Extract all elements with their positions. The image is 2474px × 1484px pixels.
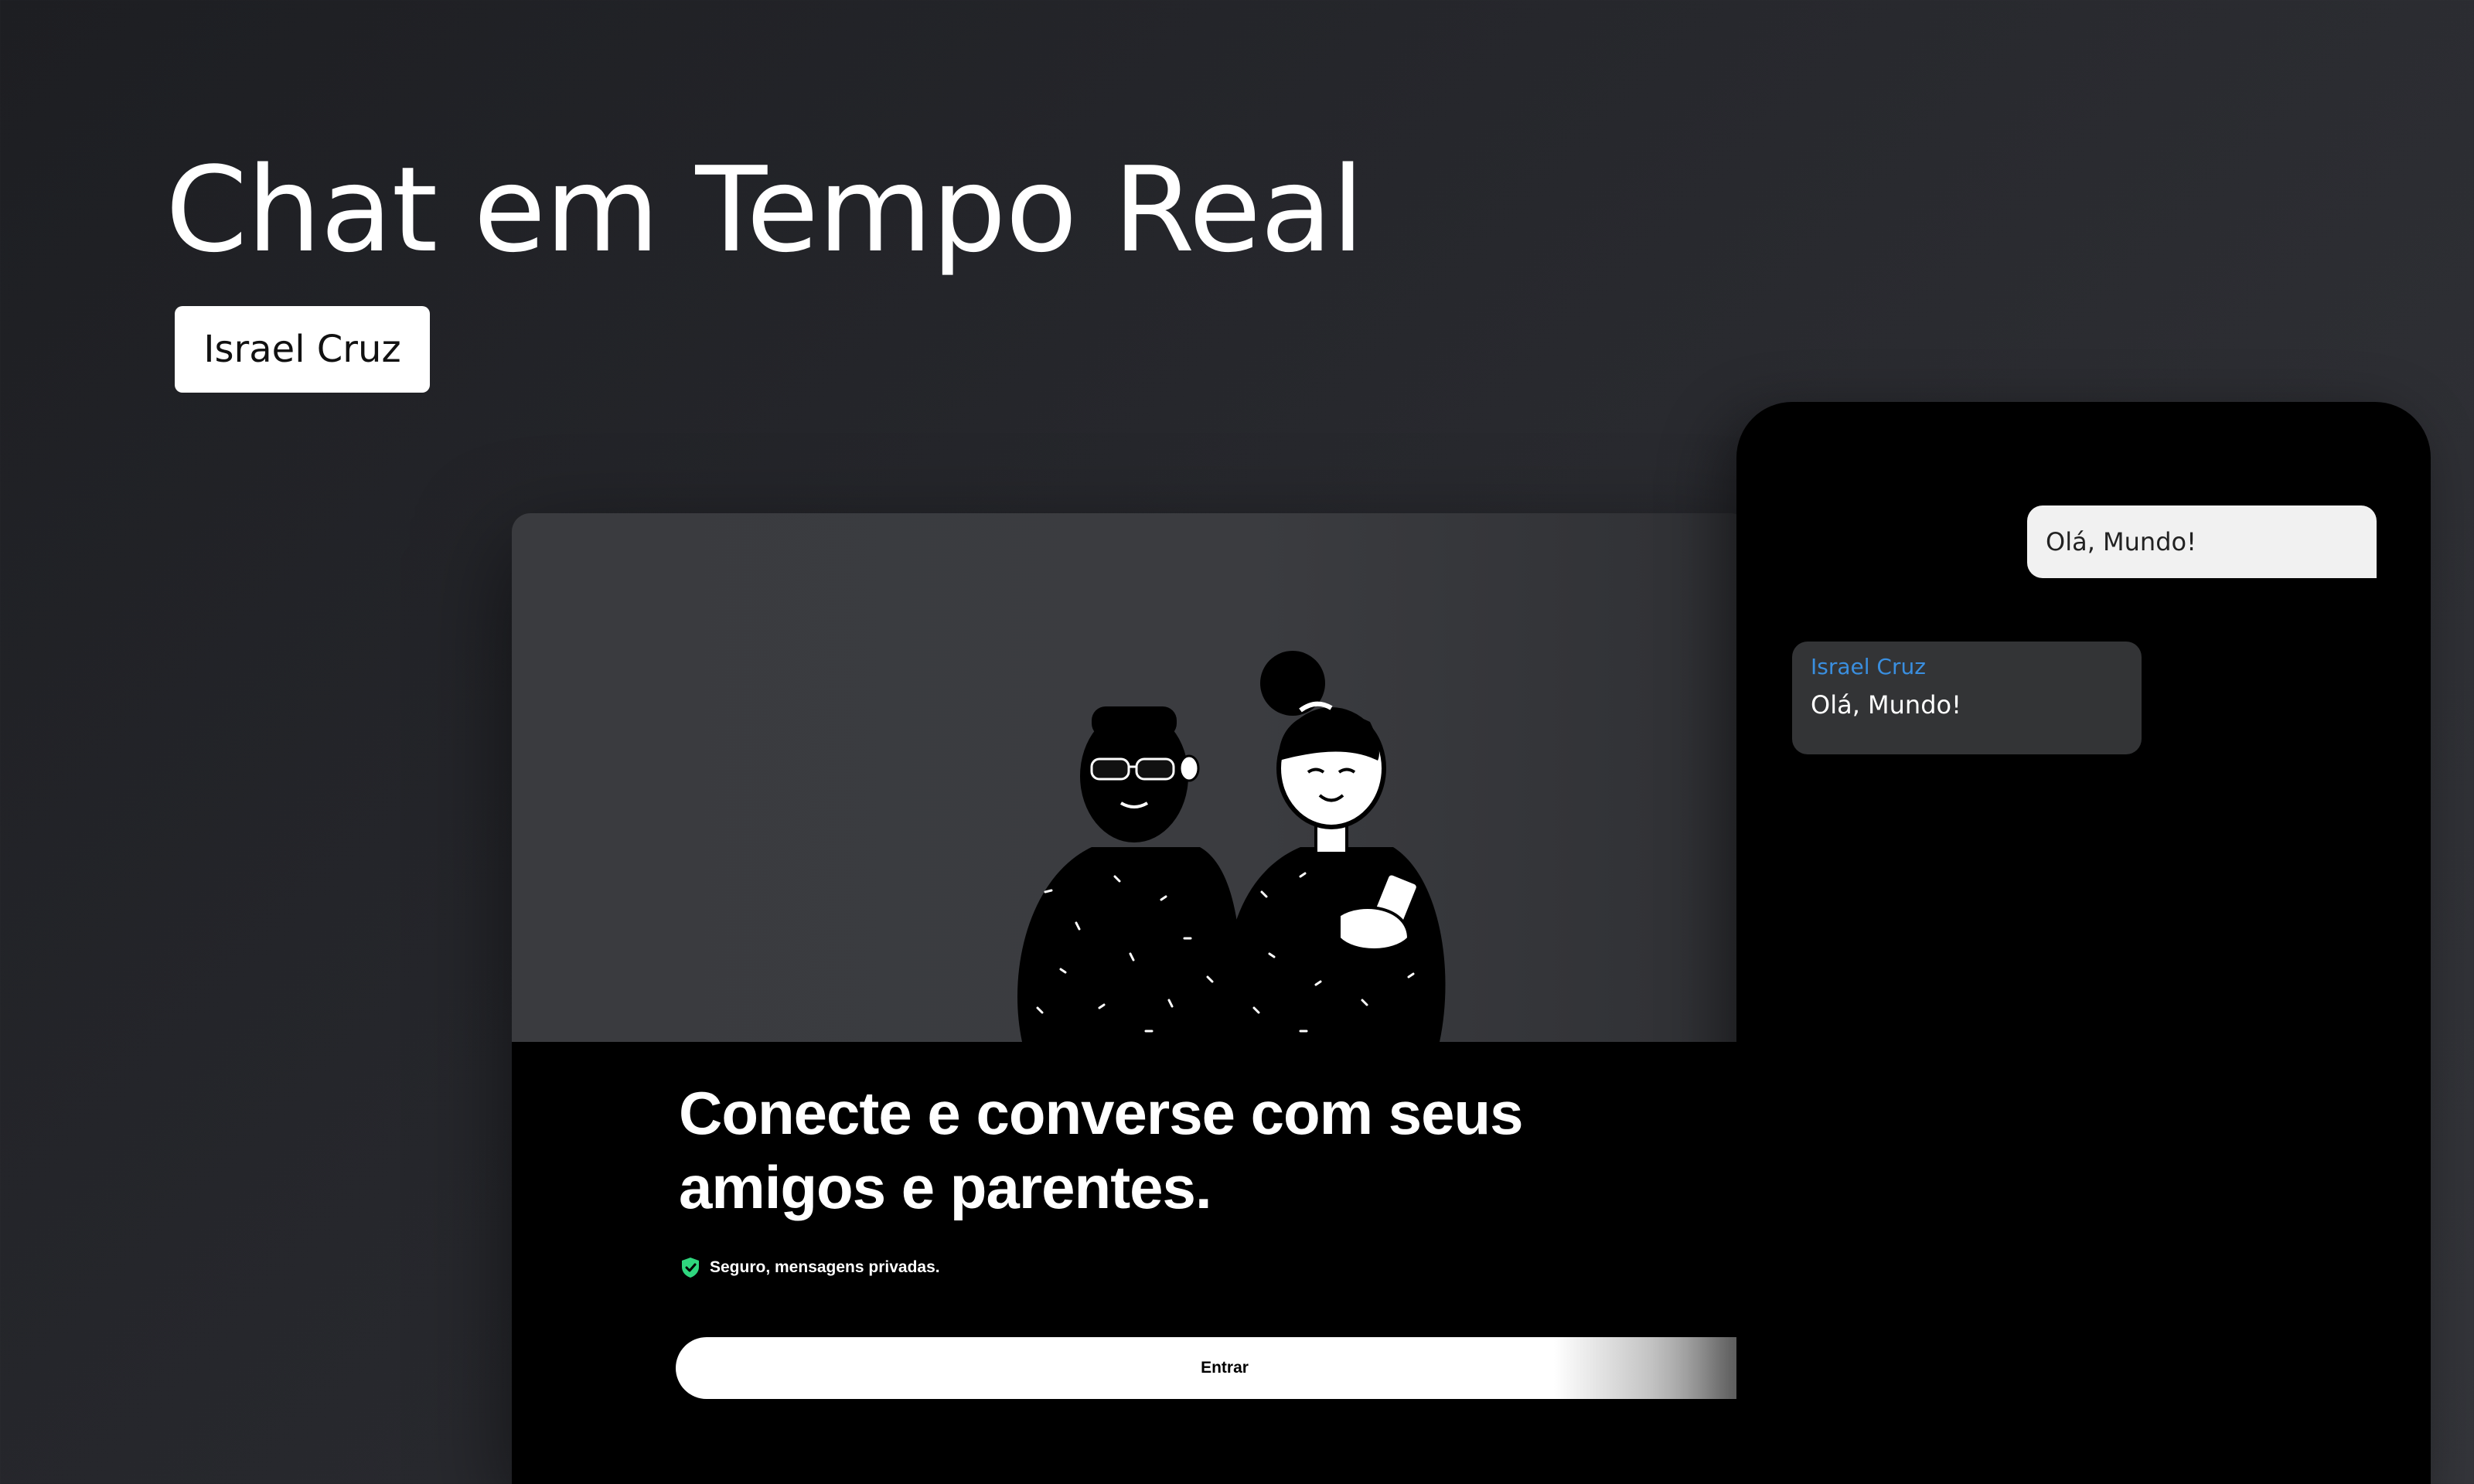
secure-note: Seguro, mensagens privadas. — [680, 1257, 940, 1278]
sent-message-bubble: Olá, Mundo! — [2027, 505, 2377, 578]
message-author: Israel Cruz — [1811, 654, 1926, 679]
message-text: Olá, Mundo! — [1811, 690, 1961, 720]
enter-button[interactable]: Entrar — [676, 1337, 1749, 1399]
page-title: Chat em Tempo Real — [165, 141, 1364, 278]
login-headline: Conecte e converse com seus amigos e par… — [679, 1079, 1524, 1221]
login-screen: Conecte e converse com seus amigos e par… — [512, 513, 1749, 1484]
author-badge: Israel Cruz — [175, 306, 430, 393]
received-message-bubble: Israel Cruz Olá, Mundo! — [1792, 642, 2142, 754]
chat-panel: Olá, Mundo! Israel Cruz Olá, Mundo! — [1736, 402, 2431, 1484]
two-people-illustration — [1017, 651, 1446, 1042]
hero-illustration-area — [512, 513, 1749, 1042]
shield-check-icon — [682, 1258, 699, 1278]
secure-text: Seguro, mensagens privadas. — [710, 1258, 940, 1276]
